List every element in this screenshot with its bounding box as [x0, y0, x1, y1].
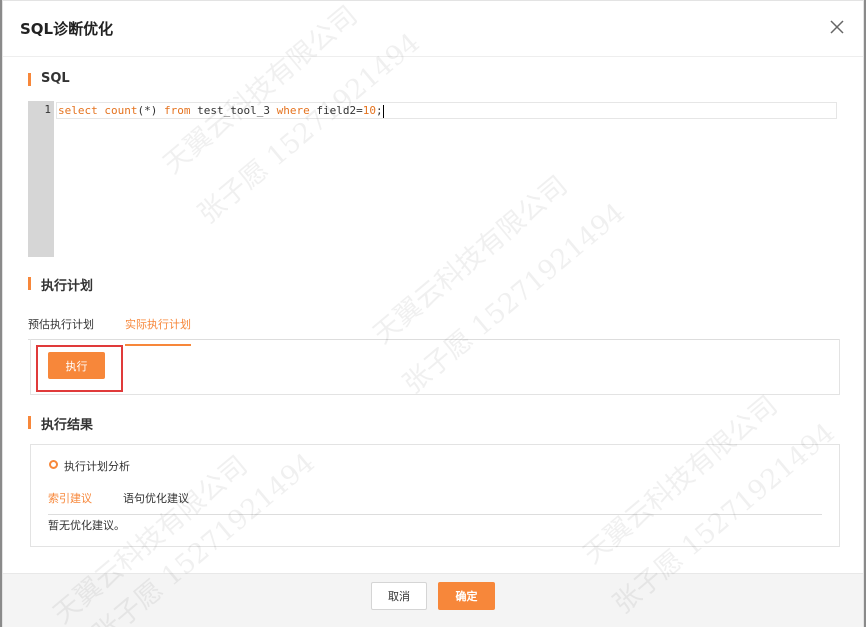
plan-section-title: 执行计划 — [28, 275, 93, 294]
text-cursor — [382, 104, 384, 118]
analysis-label: 执行计划分析 — [64, 460, 130, 473]
code-token: 10 — [362, 104, 376, 117]
ok-button[interactable]: 确定 — [438, 582, 495, 610]
sql-section-title: SQL — [28, 71, 70, 86]
suggestion-tabs: 索引建议 语句优化建议 — [48, 489, 822, 515]
plan-tabs: 预估执行计划 实际执行计划 — [28, 310, 840, 346]
tab-statement-suggestion[interactable]: 语句优化建议 — [123, 490, 189, 506]
sql-diagnosis-dialog: SQL诊断优化 SQL 1 select count(*) from test_… — [2, 0, 864, 627]
code-token: field2= — [309, 104, 363, 117]
code-token: (*) — [137, 104, 164, 117]
code-token: ; — [375, 104, 383, 117]
execute-button[interactable]: 执行 — [48, 352, 105, 379]
tab-index-suggestion[interactable]: 索引建议 — [48, 490, 92, 506]
editor-gutter: 1 — [28, 101, 54, 257]
code-token: where — [276, 104, 310, 117]
plan-panel: 执行 — [30, 339, 840, 395]
dialog-header: SQL诊断优化 — [3, 1, 863, 57]
dialog-footer: 取消 确定 — [3, 573, 863, 627]
result-panel: 执行计划分析 索引建议 语句优化建议 暂无优化建议。 — [30, 444, 840, 547]
code-token: test_tool_3 — [190, 104, 277, 117]
close-icon[interactable] — [829, 19, 845, 35]
empty-message: 暂无优化建议。 — [48, 519, 125, 532]
result-section-title: 执行结果 — [28, 414, 93, 433]
code-line[interactable]: select count(*) from test_tool_3 where f… — [56, 102, 837, 119]
sql-editor[interactable]: 1 select count(*) from test_tool_3 where… — [28, 101, 837, 257]
dialog-title: SQL诊断优化 — [20, 20, 114, 38]
code-token: count — [104, 104, 138, 117]
code-token: from — [164, 104, 191, 117]
cancel-button[interactable]: 取消 — [371, 582, 427, 610]
radio-icon[interactable] — [49, 460, 58, 469]
code-token: select — [58, 104, 98, 117]
line-number: 1 — [44, 103, 51, 116]
